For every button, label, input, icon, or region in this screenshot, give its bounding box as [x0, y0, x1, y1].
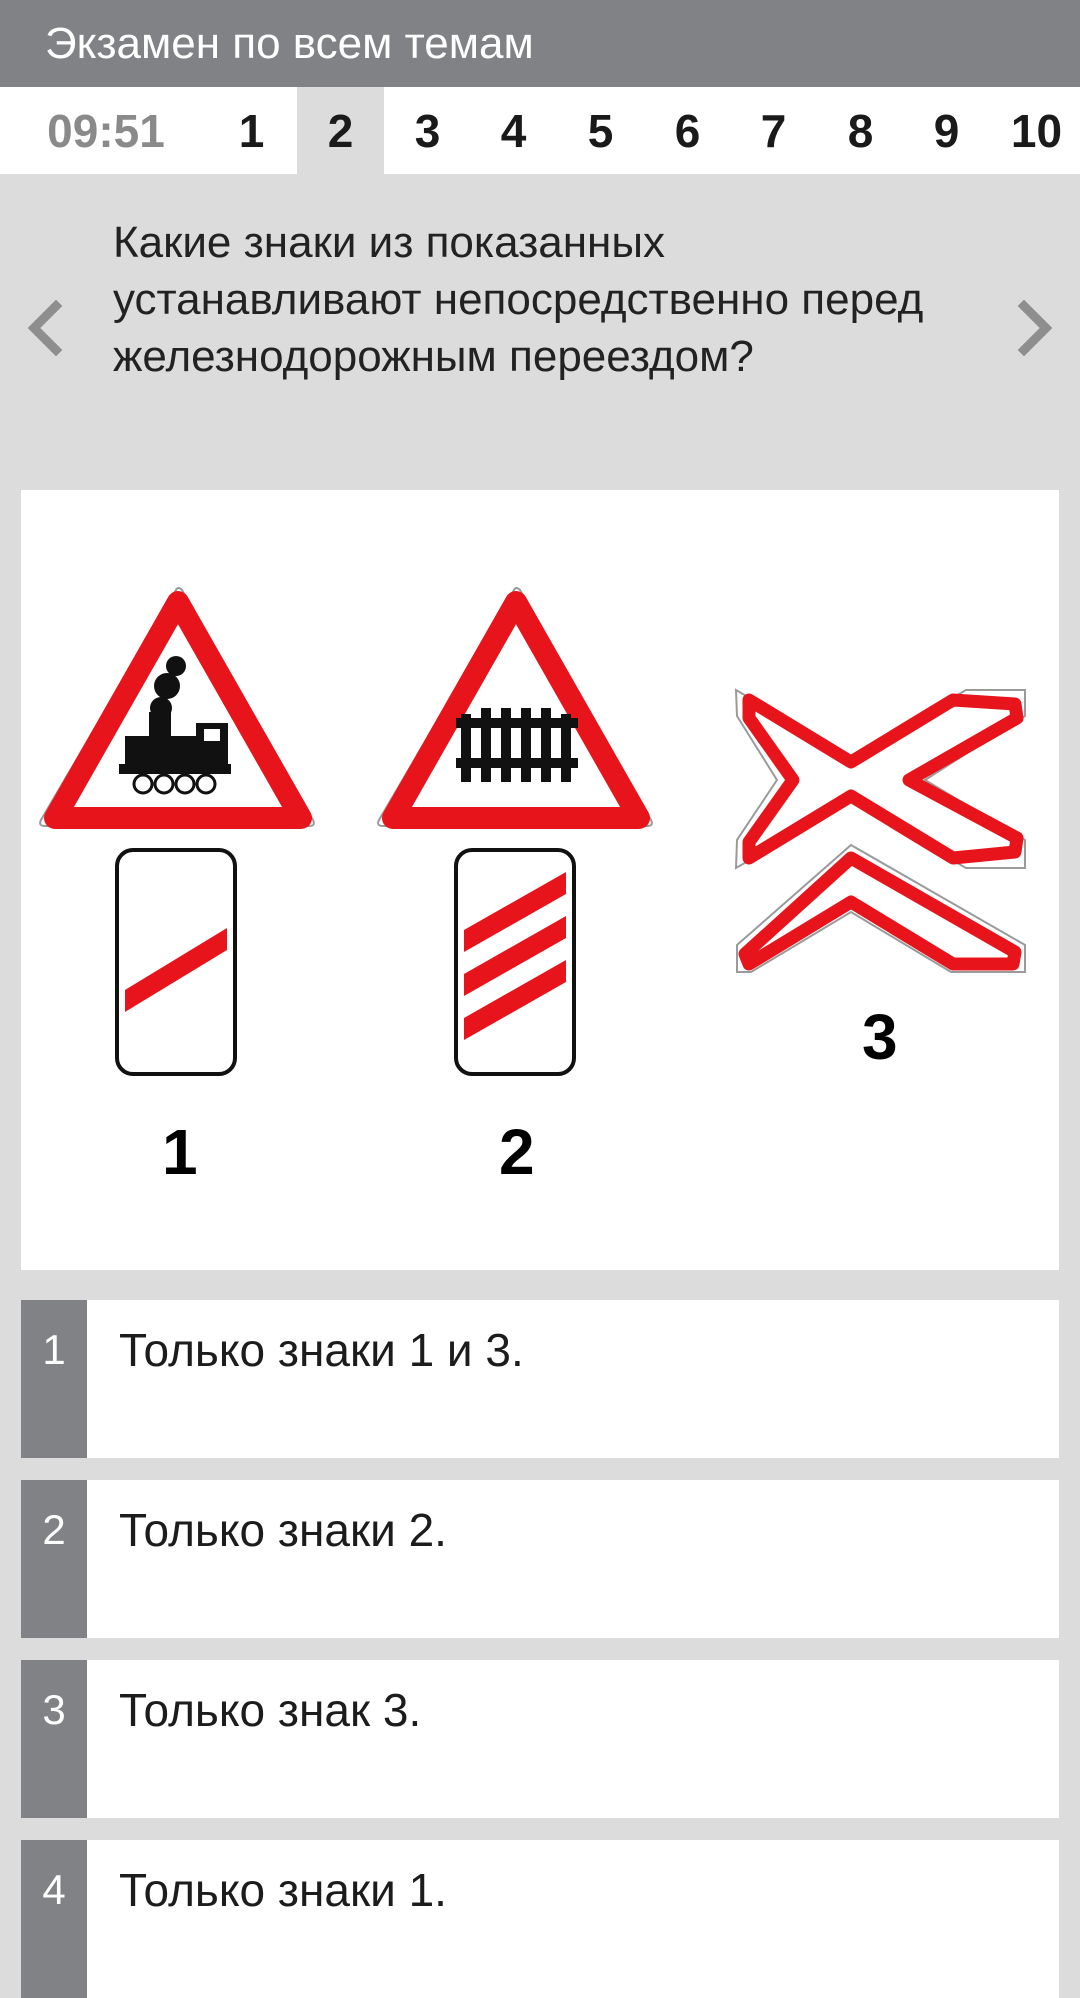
question-tab-bar: 09:51 1 2 3 4 5 6 7 8 9 10	[0, 87, 1080, 174]
chevron-left-icon	[27, 300, 63, 356]
question-tab-5[interactable]: 5	[557, 87, 644, 174]
question-text: Какие знаки из показанных устанавливают …	[113, 218, 924, 381]
previous-question-button[interactable]	[14, 288, 74, 368]
answer-text: Только знаки 2.	[119, 1504, 447, 1556]
question-tab-10[interactable]: 10	[993, 87, 1080, 174]
train-warning-sign	[39, 587, 315, 829]
answer-option-2[interactable]: 2 Только знаки 2.	[21, 1480, 1059, 1638]
exam-timer: 09:51	[47, 104, 165, 157]
answer-number: 1	[21, 1300, 87, 1458]
app-bar: Экзамен по всем темам	[0, 0, 1080, 87]
answer-number: 2	[21, 1480, 87, 1638]
answer-option-3[interactable]: 3 Только знак 3.	[21, 1660, 1059, 1818]
barrier-warning-sign	[377, 587, 653, 829]
question-tab-9[interactable]: 9	[903, 87, 990, 174]
next-question-button[interactable]	[1006, 288, 1066, 368]
question-tab-7[interactable]: 7	[730, 87, 817, 174]
chevron-right-icon	[1017, 300, 1053, 356]
answer-option-1[interactable]: 1 Только знаки 1 и 3.	[21, 1300, 1059, 1458]
sign-label-1: 1	[162, 1116, 198, 1188]
sign-label-3: 3	[862, 1001, 898, 1073]
question-tab-8[interactable]: 8	[817, 87, 904, 174]
question-tab-3[interactable]: 3	[384, 87, 471, 174]
question-tab-1[interactable]: 1	[208, 87, 295, 174]
question-tab-6[interactable]: 6	[644, 87, 731, 174]
question-tab-4[interactable]: 4	[470, 87, 557, 174]
answer-text: Только знаки 1 и 3.	[119, 1324, 524, 1376]
app-title: Экзамен по всем темам	[45, 19, 534, 68]
answer-text: Только знак 3.	[119, 1684, 422, 1736]
multi-track-crossing-sign	[734, 688, 1026, 973]
answer-option-4[interactable]: 4 Только знаки 1.	[21, 1840, 1059, 1998]
three-stripe-beacon-sign	[454, 848, 576, 1076]
question-image: 1 2 3	[21, 490, 1059, 1270]
answer-text: Только знаки 1.	[119, 1864, 447, 1916]
answer-number: 3	[21, 1660, 87, 1818]
one-stripe-beacon-sign	[115, 848, 237, 1076]
sign-label-2: 2	[499, 1116, 535, 1188]
answer-number: 4	[21, 1840, 87, 1998]
question-tab-2[interactable]: 2	[297, 87, 384, 174]
